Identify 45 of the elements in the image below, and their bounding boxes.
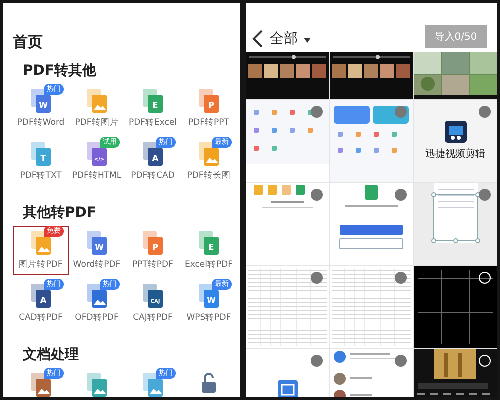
tool-label: Excel转PDF [184, 259, 234, 271]
app-icon [278, 380, 298, 397]
tool-label: PDF转CAD [131, 170, 175, 182]
tool-label: PDF转Word [17, 117, 65, 129]
gallery-thumbnail[interactable] [246, 52, 329, 99]
gallery-thumbnail[interactable] [246, 183, 329, 265]
tool-label: Word转PDF [73, 259, 121, 271]
tool-item[interactable]: P PPT转PDF [125, 226, 181, 275]
tool-item[interactable]: E Excel转PDF [181, 226, 237, 275]
tool-label: CAJ转PDF [133, 312, 173, 324]
gallery-thumbnail[interactable] [330, 52, 413, 99]
gallery-thumbnail[interactable] [330, 100, 413, 182]
select-circle[interactable] [479, 272, 491, 284]
caret-icon[interactable] [304, 38, 311, 43]
section-title: 文档处理 [23, 346, 80, 364]
gallery-thumbnail[interactable] [330, 183, 413, 265]
document-icon [85, 88, 109, 114]
tool-label: PDF转TXT [20, 170, 62, 182]
tool-label: PDF转图片 [75, 117, 119, 129]
select-circle[interactable] [479, 355, 491, 367]
album-selector[interactable]: 全部 [270, 30, 298, 48]
tool-item[interactable]: PDF转图片 [69, 84, 125, 133]
gallery-thumbnail[interactable] [414, 183, 497, 265]
tool-label: 图片转PDF [19, 259, 63, 271]
crop-frame-drawing [432, 183, 480, 244]
tool-label: PDF转Excel [128, 117, 178, 129]
tool-label: CAD转PDF [19, 312, 63, 324]
gallery-thumbnail[interactable]: 迅捷视频剪辑 [414, 100, 497, 182]
section-title: PDF转其他 [23, 62, 98, 80]
file-list-drawing [254, 185, 313, 208]
tool-label: OFD转PDF [75, 312, 119, 324]
tool-label: PDF转长图 [187, 170, 231, 182]
tool-label: PDF转PPT [188, 117, 230, 129]
tool-label: WPS转PDF [186, 312, 232, 324]
tool-item[interactable]: T PDF转TXT [13, 137, 69, 186]
page-title: 首页 [13, 33, 44, 52]
app-name: 迅捷视频剪辑 [426, 148, 486, 161]
excel-file-drawing [340, 185, 404, 250]
tool-label: PPT转PDF [132, 259, 174, 271]
tool-item[interactable]: W Word转PDF [69, 226, 125, 275]
tool-label: PDF转HTML [72, 170, 122, 182]
back-icon[interactable] [252, 30, 264, 48]
section-title: 其他转PDF [23, 204, 98, 222]
tool-item[interactable]: P PDF转PPT [181, 84, 237, 133]
tool-item[interactable]: E PDF转Excel [125, 84, 181, 133]
